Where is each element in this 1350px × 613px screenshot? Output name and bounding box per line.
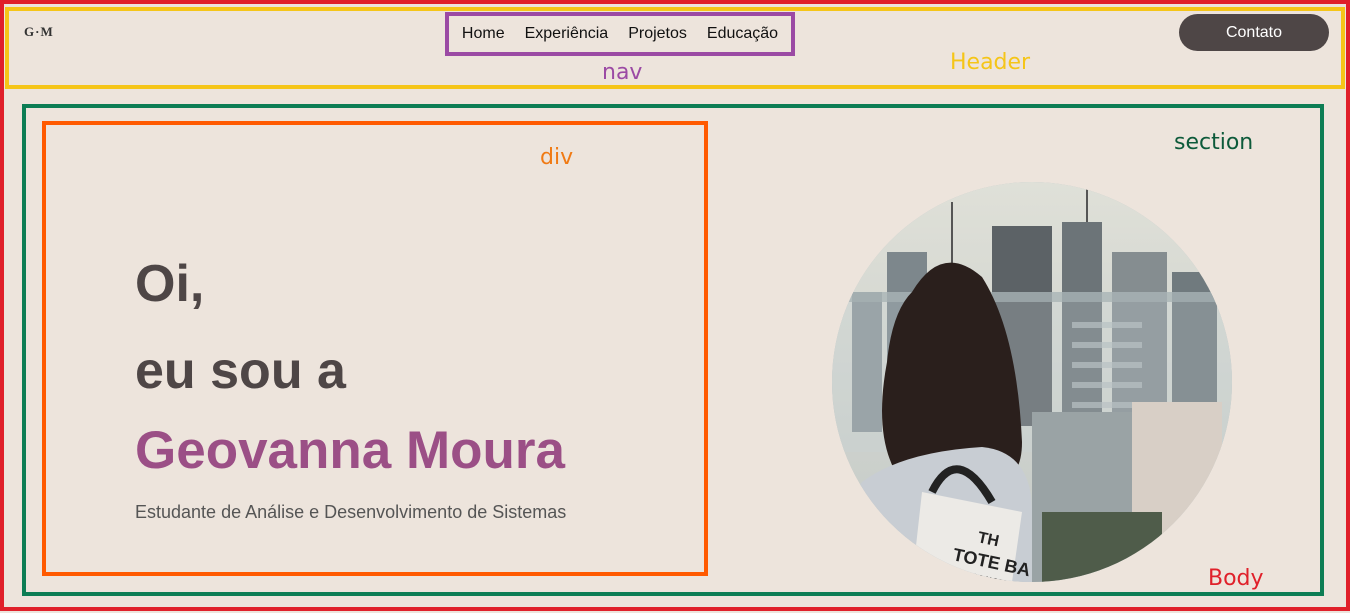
nav-projetos[interactable]: Projetos [628,25,687,43]
greeting-line-2: eu sou a [135,342,346,400]
nav-educacao[interactable]: Educação [707,25,778,43]
nav-experiencia[interactable]: Experiência [525,25,609,43]
main-nav: Home Experiência Projetos Educação [449,16,791,52]
hero-subtitle: Estudante de Análise e Desenvolvimento d… [135,502,567,522]
greeting-line-1: Oi, [135,255,205,313]
nav-home[interactable]: Home [462,25,505,43]
logo[interactable]: G·M [24,24,54,40]
contact-button[interactable]: Contato [1179,14,1329,51]
body-annotation-label: Body [1208,566,1264,591]
header-annotation-label: Header [950,50,1031,75]
profile-photo: TH TOTE BA MARC JACOBS [832,182,1232,582]
hero-name: Geovanna Moura [135,421,565,480]
div-annotation-label: div [540,145,574,170]
nav-annotation-label: nav [602,60,643,85]
section-annotation-label: section [1174,130,1254,155]
